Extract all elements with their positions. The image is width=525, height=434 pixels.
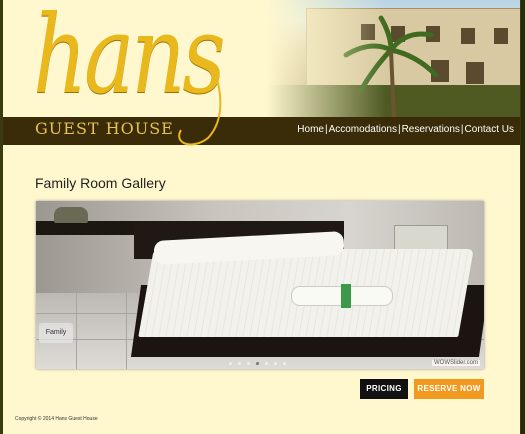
nav-item-home[interactable]: Home xyxy=(297,124,324,135)
slider-dot-icon[interactable] xyxy=(247,362,250,365)
footer-copyright: Copyright © 2014 Hans Guest House xyxy=(15,416,98,422)
slider-dot-icon[interactable] xyxy=(238,362,241,365)
slider-dot-icon[interactable] xyxy=(229,362,232,365)
nav-item-accomodations[interactable]: Accomodations xyxy=(329,124,397,135)
gallery-title: Family Room Gallery xyxy=(35,175,166,191)
slide-caption: Family xyxy=(39,323,73,343)
image-slider[interactable]: Family WOWSlider.com xyxy=(36,201,484,369)
site-header: hans GUEST HOUSE Home|Accomodations|Rese… xyxy=(3,0,520,146)
nav-item-contact-us[interactable]: Contact Us xyxy=(465,124,514,135)
slider-watermark[interactable]: WOWSlider.com xyxy=(431,360,480,366)
nav-item-reservations[interactable]: Reservations xyxy=(402,124,460,135)
window-edge xyxy=(521,0,525,434)
page: hans GUEST HOUSE Home|Accomodations|Rese… xyxy=(3,0,520,434)
slider-dot-icon[interactable] xyxy=(256,362,259,365)
reserve-now-button[interactable]: RESERVE NOW xyxy=(414,379,484,399)
logo-tagline: GUEST HOUSE xyxy=(35,119,174,138)
slider-dot-icon[interactable] xyxy=(265,362,268,365)
main-nav: Home|Accomodations|Reservations|Contact … xyxy=(297,124,514,135)
slider-dot-icon[interactable] xyxy=(274,362,277,365)
hero-image xyxy=(266,0,520,120)
slider-dot-icon[interactable] xyxy=(283,362,286,365)
pricing-button[interactable]: PRICING xyxy=(360,379,408,399)
